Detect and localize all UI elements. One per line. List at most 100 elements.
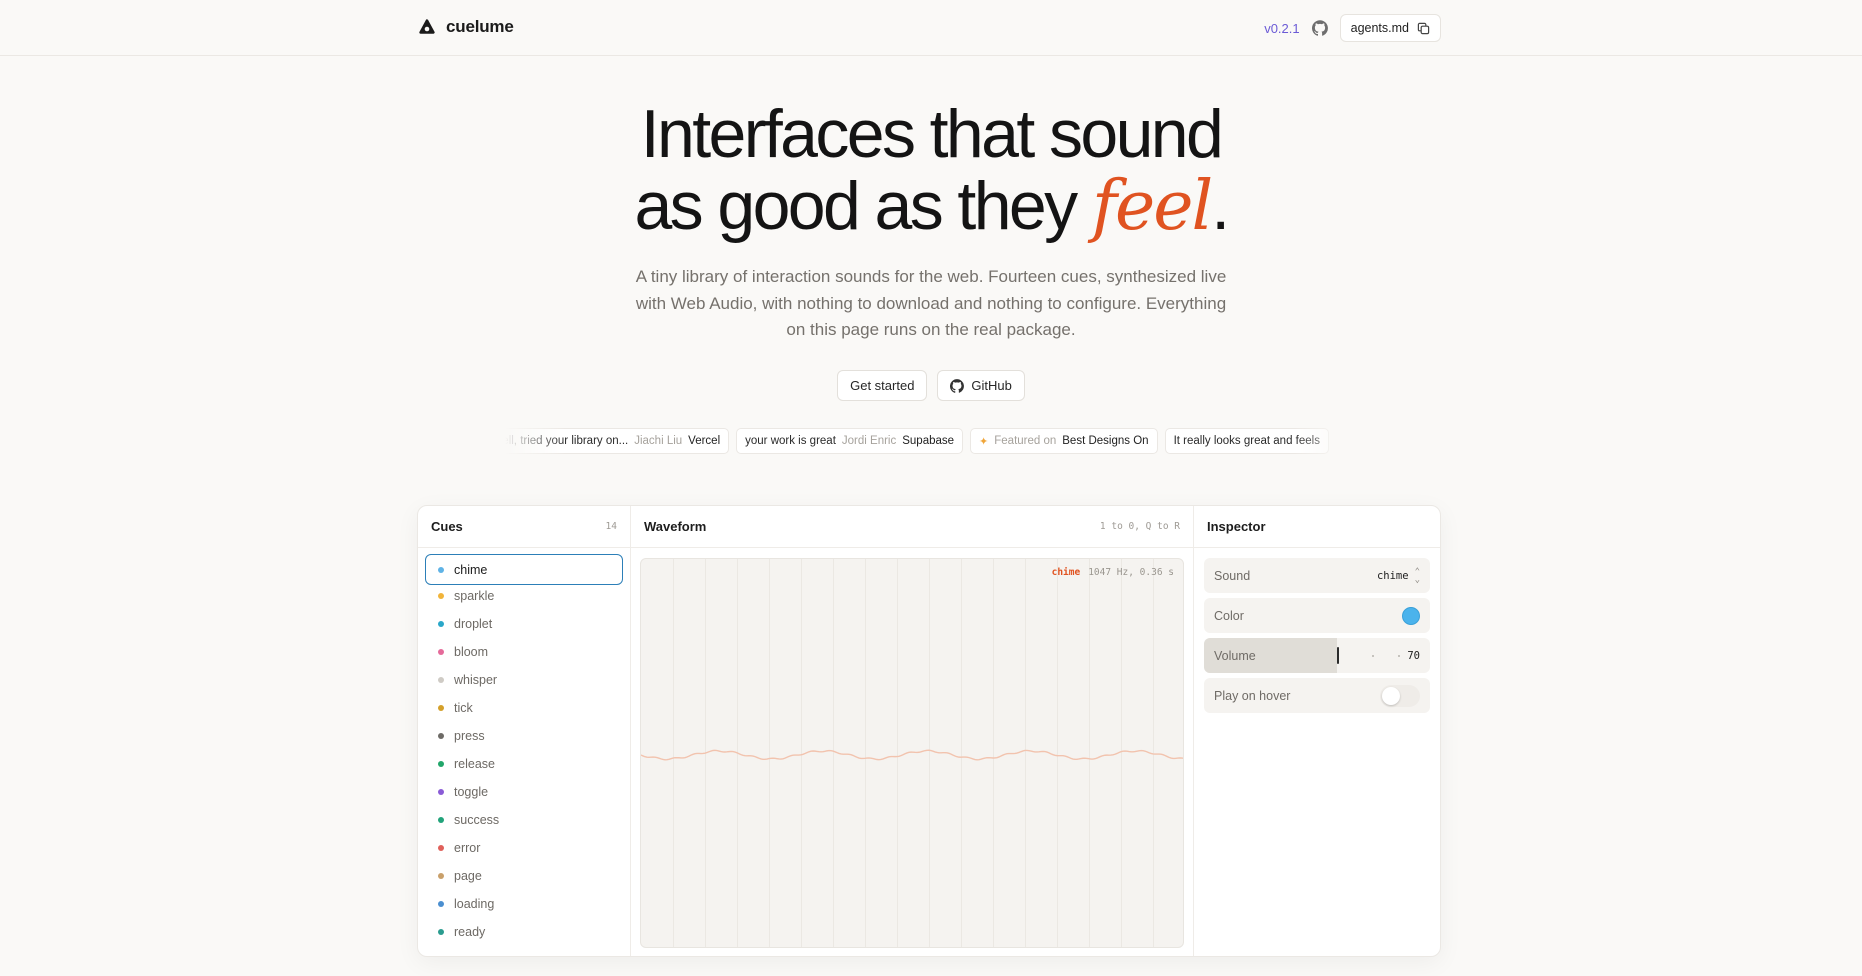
cue-label: sparkle — [454, 589, 495, 603]
volume-slider[interactable]: Volume 70 — [1204, 638, 1430, 673]
inspector-rows: Sound chime ⌃ ⌄ Color Volume 70 Play on h… — [1194, 548, 1440, 723]
volume-value: 70 — [1407, 649, 1420, 662]
volume-label: Volume — [1214, 648, 1256, 663]
testimonial-chip[interactable]: well, tried your library on... Jiachi Li… — [505, 428, 730, 454]
color-swatch[interactable] — [1402, 606, 1420, 625]
waveform-path — [641, 749, 1183, 761]
cue-label: whisper — [454, 673, 498, 687]
cue-item-droplet[interactable]: droplet — [425, 610, 623, 638]
cue-dot-icon — [438, 566, 444, 573]
cue-item-loading[interactable]: loading — [425, 890, 623, 918]
volume-tick — [1398, 655, 1400, 657]
testimonial-chip[interactable]: your work is great Jordi Enric Supabase — [736, 428, 964, 454]
testimonial-author: Jiachi Liu — [634, 435, 683, 447]
play-on-hover-row: Play on hover — [1204, 678, 1430, 713]
github-button[interactable]: GitHub — [937, 370, 1025, 401]
cues-header: Cues 14 — [418, 506, 630, 548]
waveform-column: Waveform 1 to 0, Q to R chime 1047 Hz, 0… — [631, 506, 1194, 956]
cue-label: toggle — [454, 785, 489, 799]
cue-dot-icon — [438, 621, 444, 627]
cue-item-ready[interactable]: ready — [425, 918, 623, 946]
cue-label: press — [454, 729, 485, 743]
cue-dot-icon — [438, 593, 444, 599]
cue-item-press[interactable]: press — [425, 722, 623, 750]
cue-item-error[interactable]: error — [425, 834, 623, 862]
testimonial-track: well, tried your library on... Jiachi Li… — [505, 428, 1329, 454]
github-icon[interactable] — [1311, 20, 1328, 36]
cue-label: success — [454, 813, 500, 827]
color-label: Color — [1214, 608, 1244, 623]
cue-item-release[interactable]: release — [425, 750, 623, 778]
featured-org: Best Designs On — [1062, 435, 1149, 447]
hero-title-period: . — [1211, 168, 1230, 244]
cue-label: chime — [454, 562, 488, 577]
get-started-label: Get started — [850, 378, 915, 393]
cue-dot-icon — [438, 677, 444, 683]
cue-item-whisper[interactable]: whisper — [425, 666, 623, 694]
featured-chip[interactable]: ✦ Featured on Best Designs On — [970, 428, 1158, 454]
get-started-button[interactable]: Get started — [837, 370, 928, 401]
volume-handle[interactable] — [1337, 647, 1339, 664]
cue-item-bloom[interactable]: bloom — [425, 638, 623, 666]
sound-label: Sound — [1214, 568, 1251, 583]
sound-value: chime — [1376, 569, 1409, 582]
cue-label: bloom — [454, 645, 489, 659]
top-nav: cuelume v0.2.1 agents.md — [0, 0, 1862, 56]
cue-dot-icon — [438, 873, 444, 879]
hero-title-line1: Interfaces that sound — [640, 96, 1224, 172]
waveform-cue-info: 1047 Hz, 0.36 s — [1088, 567, 1174, 578]
github-icon — [950, 378, 965, 393]
cue-item-page[interactable]: page — [425, 862, 623, 890]
waveform-cue-name: chime — [1051, 567, 1081, 578]
cue-dot-icon — [438, 817, 444, 823]
agents-md-label: agents.md — [1350, 21, 1409, 35]
cue-item-chime[interactable]: chime — [425, 554, 623, 585]
cue-label: droplet — [454, 617, 493, 631]
cue-dot-icon — [438, 761, 444, 767]
inspector-header: Inspector — [1194, 506, 1440, 548]
waveform-readout: chime 1047 Hz, 0.36 s — [1052, 567, 1174, 578]
cue-dot-icon — [438, 901, 444, 907]
cue-label: release — [454, 757, 495, 771]
sound-value-wrap: chime ⌃ ⌄ — [1376, 567, 1420, 584]
testimonial-org: Vercel — [688, 435, 721, 447]
agents-md-button[interactable]: agents.md — [1339, 14, 1441, 42]
testimonial-quote: your work is great — [745, 435, 836, 447]
cue-item-tick[interactable]: tick — [425, 694, 623, 722]
cue-item-toggle[interactable]: toggle — [425, 778, 623, 806]
cue-label: page — [454, 869, 482, 883]
github-label: GitHub — [971, 378, 1012, 393]
testimonial-marquee: well, tried your library on... Jiachi Li… — [505, 428, 1357, 454]
cue-dot-icon — [438, 705, 444, 711]
featured-label: Featured on — [994, 435, 1057, 447]
cuelume-logo-icon — [419, 19, 435, 34]
brand[interactable]: cuelume — [418, 17, 514, 37]
cue-dot-icon — [438, 789, 444, 795]
color-picker-row[interactable]: Color — [1204, 598, 1430, 633]
cue-item-sparkle[interactable]: sparkle — [425, 582, 623, 610]
waveform-canvas[interactable]: chime 1047 Hz, 0.36 s — [640, 558, 1184, 948]
waveform-title: Waveform — [644, 519, 707, 534]
cue-dot-icon — [438, 845, 444, 851]
inspector-column: Inspector Sound chime ⌃ ⌄ Color Volume 70 — [1194, 506, 1440, 956]
hero-title-line2-prefix: as good as they — [634, 168, 1092, 244]
copy-icon — [1417, 22, 1430, 34]
play-on-hover-label: Play on hover — [1214, 688, 1291, 703]
nav-right: v0.2.1 agents.md — [1264, 14, 1441, 42]
cues-title: Cues — [431, 519, 463, 534]
cue-label: tick — [454, 701, 473, 715]
cue-dot-icon — [438, 929, 444, 935]
hero-title-accent: feel — [1091, 167, 1213, 246]
version-link[interactable]: v0.2.1 — [1264, 21, 1299, 36]
play-on-hover-toggle[interactable] — [1380, 684, 1420, 707]
brand-name: cuelume — [446, 17, 514, 36]
testimonial-chip[interactable]: It really looks great and feels — [1164, 428, 1329, 454]
toggle-knob — [1382, 686, 1400, 705]
cta-row: Get started GitHub — [0, 370, 1862, 401]
sound-select[interactable]: Sound chime ⌃ ⌄ — [1204, 558, 1430, 593]
cue-label: loading — [454, 897, 495, 911]
hero-subtitle: A tiny library of interaction sounds for… — [635, 267, 1227, 339]
testimonial-author: Jordi Enric — [841, 435, 897, 447]
cue-item-success[interactable]: success — [425, 806, 623, 834]
cues-column: Cues 14 chime sparkle droplet bloom whisper t… — [418, 506, 631, 956]
